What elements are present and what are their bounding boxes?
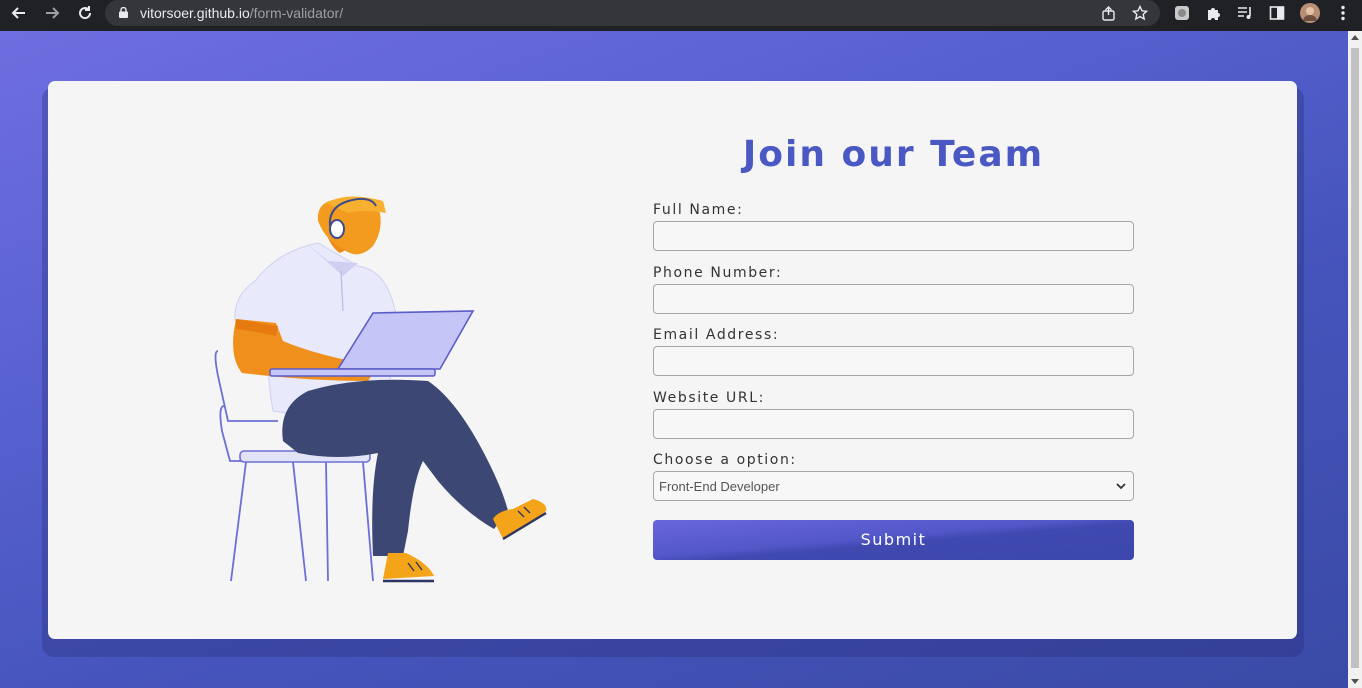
url-path: /form-validator/ [249, 5, 344, 21]
extension-icon[interactable] [1172, 3, 1192, 23]
media-icon[interactable] [1235, 3, 1255, 23]
forward-arrow-icon[interactable] [41, 2, 63, 24]
browser-toolbar: vitorsoer.github.io/form-validator/ [0, 0, 1362, 31]
page-background: Join our Team Full Name: Phone Number: E… [0, 31, 1348, 688]
lock-icon [119, 7, 128, 18]
phone-number-label: Phone Number: [653, 265, 783, 281]
avatar[interactable] [1300, 3, 1320, 23]
share-icon[interactable] [1098, 3, 1118, 23]
sidepanel-icon[interactable] [1267, 3, 1287, 23]
phone-number-input[interactable] [653, 284, 1134, 314]
role-select[interactable]: Front-End Developer [653, 471, 1134, 501]
star-icon[interactable] [1130, 3, 1150, 23]
full-name-label: Full Name: [653, 202, 744, 218]
scroll-down-arrow-icon[interactable] [1351, 679, 1359, 684]
role-select-label: Choose a option: [653, 452, 797, 468]
developer-illustration [214, 196, 547, 583]
vertical-scrollbar[interactable] [1348, 31, 1362, 688]
chevron-down-icon [1116, 483, 1126, 490]
form-card: Join our Team Full Name: Phone Number: E… [48, 81, 1297, 639]
url-host: vitorsoer.github.io [140, 5, 250, 21]
email-address-input[interactable] [653, 346, 1134, 376]
form-title: Join our Team [742, 134, 1045, 175]
email-address-label: Email Address: [653, 327, 780, 343]
address-bar[interactable]: vitorsoer.github.io/form-validator/ [105, 0, 1160, 26]
website-url-label: Website URL: [653, 390, 765, 406]
url-text: vitorsoer.github.io/form-validator/ [140, 5, 343, 21]
scroll-thumb[interactable] [1351, 48, 1359, 668]
puzzle-icon[interactable] [1204, 3, 1224, 23]
scroll-up-arrow-icon[interactable] [1351, 35, 1359, 40]
back-arrow-icon[interactable] [8, 2, 30, 24]
full-name-input[interactable] [653, 221, 1134, 251]
kebab-menu-icon[interactable] [1333, 3, 1353, 23]
submit-button[interactable]: Submit [653, 520, 1134, 560]
role-select-value: Front-End Developer [659, 479, 780, 494]
website-url-input[interactable] [653, 409, 1134, 439]
reload-icon[interactable] [74, 2, 96, 24]
